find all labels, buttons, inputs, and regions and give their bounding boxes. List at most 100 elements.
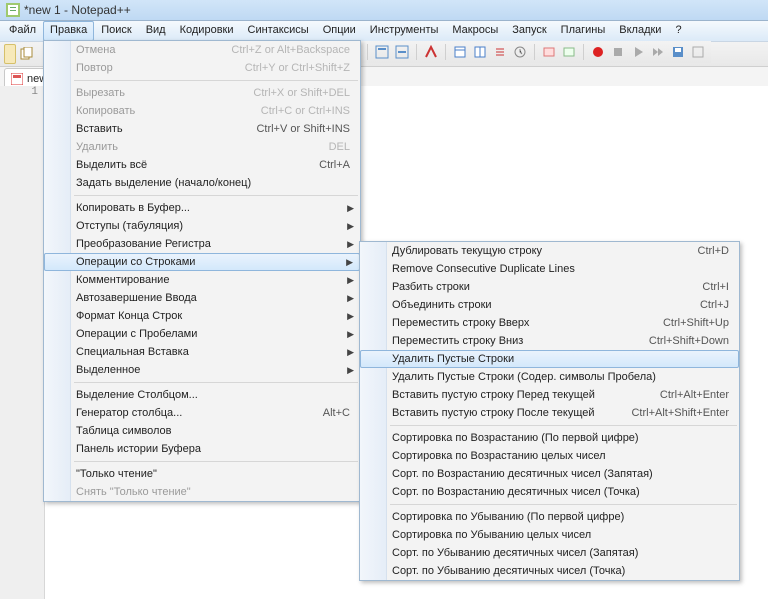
edit-menu-item[interactable]: Комментирование▶ (44, 271, 360, 289)
edit-menu-item[interactable]: Задать выделение (начало/конец) (44, 174, 360, 192)
line-ops-item[interactable]: Сорт. по Возрастанию десятичных чисел (З… (360, 465, 739, 483)
menu-вид[interactable]: Вид (139, 21, 173, 41)
menu-item-shortcut: Ctrl+D (698, 245, 729, 257)
menu-вкладки[interactable]: Вкладки (612, 21, 668, 41)
menu-item-label: Вставить (76, 123, 236, 135)
toolbar-separator (367, 44, 368, 60)
menu-item-shortcut: Ctrl+J (700, 299, 729, 311)
edit-menu-item[interactable]: Операции с Пробелами▶ (44, 325, 360, 343)
save-macro-icon[interactable] (669, 43, 687, 61)
toolbar-icon[interactable] (560, 43, 578, 61)
menu-item-label: Переместить строку Вниз (392, 335, 629, 347)
submenu-arrow-icon: ▶ (347, 275, 354, 286)
edit-menu-item[interactable]: Выделенное▶ (44, 361, 360, 379)
menu-поиск[interactable]: Поиск (94, 21, 138, 41)
menu-item-shortcut: Ctrl+Shift+Down (649, 335, 729, 347)
edit-menu-item[interactable]: "Только чтение" (44, 465, 360, 483)
edit-menu-item[interactable]: Выделить всёCtrl+A (44, 156, 360, 174)
menu-item-label: Снять "Только чтение" (76, 486, 350, 498)
menu-синтаксисы[interactable]: Синтаксисы (241, 21, 316, 41)
line-ops-item[interactable]: Объединить строкиCtrl+J (360, 296, 739, 314)
menu-item-label: Копировать (76, 105, 241, 117)
menu-item-label: Автозавершение Ввода (76, 292, 350, 304)
menu-?[interactable]: ? (668, 21, 688, 41)
submenu-arrow-icon: ▶ (347, 311, 354, 322)
menu-правка[interactable]: Правка (43, 21, 94, 41)
edit-menu: ОтменаCtrl+Z or Alt+BackspaceПовторCtrl+… (43, 40, 361, 502)
menu-кодировки[interactable]: Кодировки (173, 21, 241, 41)
line-ops-item[interactable]: Вставить пустую строку Перед текущейCtrl… (360, 386, 739, 404)
line-ops-item[interactable]: Разбить строкиCtrl+I (360, 278, 739, 296)
menu-item-label: Сортировка по Возрастанию целых чисел (392, 450, 729, 462)
menu-опции[interactable]: Опции (316, 21, 363, 41)
menu-item-label: Таблица символов (76, 425, 350, 437)
line-ops-item[interactable]: Remove Consecutive Duplicate Lines (360, 260, 739, 278)
line-number: 1 (0, 86, 38, 98)
toolbar-icon[interactable] (689, 43, 707, 61)
line-ops-item[interactable]: Удалить Пустые Строки (Содер. символы Пр… (360, 368, 739, 386)
menu-item-shortcut: Alt+C (323, 407, 350, 419)
toolbar-icon[interactable] (422, 43, 440, 61)
toolbar-icon[interactable] (540, 43, 558, 61)
menu-запуск[interactable]: Запуск (505, 21, 553, 41)
edit-menu-item[interactable]: Автозавершение Ввода▶ (44, 289, 360, 307)
menu-item-label: Преобразование Регистра (76, 238, 350, 250)
fast-forward-icon[interactable] (649, 43, 667, 61)
toolbar-icon[interactable] (511, 43, 529, 61)
toolbar-btn-partial[interactable] (4, 44, 16, 64)
line-ops-item[interactable]: Сортировка по Возрастанию целых чисел (360, 447, 739, 465)
line-ops-item[interactable]: Вставить пустую строку После текущейCtrl… (360, 404, 739, 422)
toolbar-separator (445, 44, 446, 60)
edit-menu-item[interactable]: Таблица символов (44, 422, 360, 440)
menu-item-label: Переместить строку Вверх (392, 317, 643, 329)
line-ops-item[interactable]: Сорт. по Убыванию десятичных чисел (Запя… (360, 544, 739, 562)
edit-menu-item: ОтменаCtrl+Z or Alt+Backspace (44, 41, 360, 59)
edit-menu-item[interactable]: Отступы (табуляция)▶ (44, 217, 360, 235)
play-icon[interactable] (629, 43, 647, 61)
toolbar-icon[interactable] (491, 43, 509, 61)
menu-item-label: Выделение Столбцом... (76, 389, 350, 401)
toolbar-icon[interactable] (471, 43, 489, 61)
menu-файл[interactable]: Файл (2, 21, 43, 41)
record-icon[interactable] (589, 43, 607, 61)
menu-item-shortcut: Ctrl+Z or Alt+Backspace (231, 44, 350, 56)
line-ops-item[interactable]: Сорт. по Возрастанию десятичных чисел (Т… (360, 483, 739, 501)
line-ops-item[interactable]: Сортировка по Возрастанию (По первой циф… (360, 429, 739, 447)
menu-item-label: Операции с Пробелами (76, 328, 350, 340)
menu-item-label: Сорт. по Убыванию десятичных чисел (Точк… (392, 565, 729, 577)
edit-menu-item[interactable]: ВставитьCtrl+V or Shift+INS (44, 120, 360, 138)
line-ops-item[interactable]: Переместить строку Вниз Ctrl+Shift+Down (360, 332, 739, 350)
edit-menu-item[interactable]: Специальная Вставка▶ (44, 343, 360, 361)
line-ops-item[interactable]: Переместить строку ВверхCtrl+Shift+Up (360, 314, 739, 332)
submenu-arrow-icon: ▶ (347, 239, 354, 250)
menu-item-shortcut: Ctrl+Alt+Shift+Enter (631, 407, 729, 419)
stop-icon[interactable] (609, 43, 627, 61)
edit-menu-item: Снять "Только чтение" (44, 483, 360, 501)
menu-макросы[interactable]: Макросы (445, 21, 505, 41)
toolbar-icon[interactable] (373, 43, 391, 61)
submenu-arrow-icon: ▶ (347, 221, 354, 232)
menu-item-shortcut: Ctrl+Alt+Enter (660, 389, 729, 401)
menu-инструменты[interactable]: Инструменты (363, 21, 446, 41)
edit-menu-item[interactable]: Формат Конца Строк▶ (44, 307, 360, 325)
menu-item-label: Вырезать (76, 87, 233, 99)
edit-menu-item[interactable]: Выделение Столбцом... (44, 386, 360, 404)
toolbar-icon[interactable] (393, 43, 411, 61)
menu-плагины[interactable]: Плагины (554, 21, 613, 41)
line-ops-item[interactable]: Сортировка по Убыванию (По первой цифре) (360, 508, 739, 526)
line-ops-item[interactable]: Дублировать текущую строкуCtrl+D (360, 242, 739, 260)
toolbar-btn-copy[interactable] (18, 45, 36, 63)
menu-item-label: Удалить Пустые Строки (Содер. символы Пр… (392, 371, 729, 383)
line-ops-item[interactable]: Удалить Пустые Строки (360, 350, 739, 368)
toolbar-icon[interactable] (451, 43, 469, 61)
line-ops-item[interactable]: Сортировка по Убыванию целых чисел (360, 526, 739, 544)
line-ops-item[interactable]: Сорт. по Убыванию десятичных чисел (Точк… (360, 562, 739, 580)
edit-menu-item[interactable]: Копировать в Буфер...▶ (44, 199, 360, 217)
edit-menu-item[interactable]: Операции со Строками▶ (44, 253, 360, 271)
edit-menu-item[interactable]: Преобразование Регистра▶ (44, 235, 360, 253)
menu-item-label: Сорт. по Возрастанию десятичных чисел (Т… (392, 486, 729, 498)
submenu-arrow-icon: ▶ (347, 329, 354, 340)
edit-menu-item[interactable]: Панель истории Буфера (44, 440, 360, 458)
menu-separator (74, 382, 358, 383)
edit-menu-item[interactable]: Генератор столбца...Alt+C (44, 404, 360, 422)
